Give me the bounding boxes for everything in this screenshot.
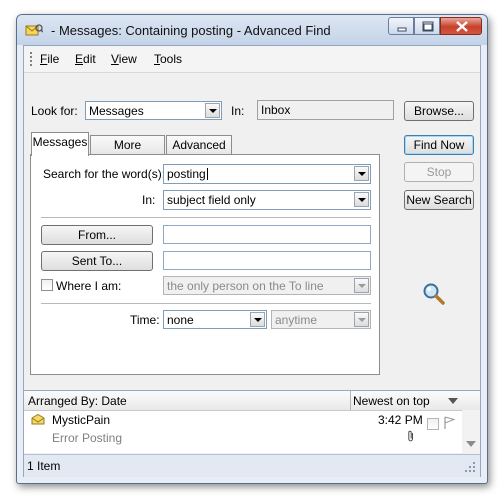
menu-view[interactable]: View	[111, 52, 137, 66]
from-field[interactable]	[163, 225, 371, 244]
advanced-find-window: - Messages: Containing posting - Advance…	[16, 14, 488, 484]
flag-icon[interactable]	[443, 416, 456, 430]
text-caret	[206, 168, 208, 180]
divider	[41, 303, 371, 304]
chevron-down-icon[interactable]	[448, 398, 458, 404]
chevron-down-icon[interactable]	[354, 166, 369, 181]
message-time: 3:42 PM	[378, 413, 423, 427]
message-subject: Error Posting	[52, 431, 123, 445]
tab-messages[interactable]: Messages	[31, 132, 89, 156]
status-bar: 1 Item	[24, 454, 480, 477]
arranged-by-header[interactable]: Arranged By: Date	[28, 394, 127, 408]
chevron-down-icon[interactable]	[466, 441, 476, 447]
results-list: Arranged By: Date Newest on top MysticPa…	[24, 390, 480, 453]
messages-tab-panel: Search for the word(s): posting In: subj…	[30, 154, 380, 375]
divider	[41, 217, 371, 218]
where-i-am-value: the only person on the To line	[167, 279, 324, 293]
item-count: 1 Item	[27, 459, 61, 473]
from-button[interactable]: From...	[41, 225, 153, 245]
find-now-button[interactable]: Find Now	[404, 135, 474, 155]
search-in-label: In:	[142, 193, 156, 207]
look-for-select[interactable]: Messages	[85, 101, 222, 120]
menu-file[interactable]: File	[40, 52, 59, 66]
menu-bar: File Edit View Tools	[24, 46, 480, 73]
search-in-select[interactable]: subject field only	[163, 190, 371, 210]
menu-edit[interactable]: Edit	[75, 52, 96, 66]
time-range-select[interactable]: anytime	[271, 310, 371, 329]
chevron-down-icon[interactable]	[354, 312, 369, 327]
time-label: Time:	[130, 313, 160, 327]
browse-button[interactable]: Browse...	[404, 101, 474, 121]
resize-grip-icon[interactable]	[464, 461, 476, 473]
in-folder-value: Inbox	[261, 103, 291, 117]
new-search-button[interactable]: New Search	[404, 190, 474, 210]
search-in-value: subject field only	[167, 193, 256, 207]
stop-button[interactable]: Stop	[404, 162, 474, 182]
close-button[interactable]	[440, 17, 482, 35]
dialog-client-area: File Edit View Tools Look for: Messages …	[23, 45, 481, 477]
sort-order-header[interactable]: Newest on top	[353, 394, 430, 408]
toolbar-grip[interactable]	[30, 52, 34, 66]
message-sender: MysticPain	[52, 413, 111, 427]
results-scrollbar[interactable]	[462, 410, 480, 453]
where-i-am-label: Where I am:	[56, 279, 122, 293]
chevron-down-icon[interactable]	[205, 103, 220, 118]
where-i-am-select[interactable]: the only person on the To line	[163, 276, 371, 295]
look-for-value: Messages	[89, 104, 144, 118]
minimize-icon	[397, 27, 407, 32]
time-value: none	[167, 313, 194, 327]
tab-more-choices[interactable]: More Choices	[90, 135, 165, 170]
list-item[interactable]: MysticPain Error Posting 3:42 PM	[24, 410, 462, 453]
search-words-value: posting	[167, 167, 208, 181]
magnifier-icon	[423, 283, 445, 305]
in-folder-label: In:	[231, 104, 245, 118]
close-icon	[456, 21, 468, 32]
envelope-icon	[31, 414, 45, 425]
attachment-icon	[408, 430, 413, 442]
app-icon	[25, 24, 43, 36]
results-header: Arranged By: Date Newest on top	[24, 391, 480, 411]
where-i-am-checkbox[interactable]	[41, 279, 53, 291]
header-divider	[350, 391, 351, 410]
time-range-value: anytime	[275, 313, 318, 327]
in-folder-field: Inbox	[257, 100, 394, 120]
window-title: - Messages: Containing posting - Advance…	[51, 23, 331, 38]
search-words-label: Search for the word(s):	[43, 167, 166, 181]
maximize-button[interactable]	[414, 17, 440, 35]
look-for-label: Look for:	[31, 104, 78, 118]
categories-checkbox[interactable]	[427, 418, 439, 430]
sent-to-button[interactable]: Sent To...	[41, 251, 153, 271]
search-words-input[interactable]: posting	[163, 164, 371, 184]
menu-tools[interactable]: Tools	[154, 52, 182, 66]
tab-advanced[interactable]: Advanced	[166, 135, 232, 155]
minimize-button[interactable]	[388, 17, 414, 35]
title-bar[interactable]: - Messages: Containing posting - Advance…	[17, 15, 487, 45]
time-select[interactable]: none	[163, 310, 267, 329]
chevron-down-icon[interactable]	[354, 278, 369, 293]
maximize-icon	[422, 21, 434, 32]
chevron-down-icon[interactable]	[354, 192, 369, 207]
chevron-down-icon[interactable]	[250, 312, 265, 327]
sent-to-field[interactable]	[163, 251, 371, 270]
